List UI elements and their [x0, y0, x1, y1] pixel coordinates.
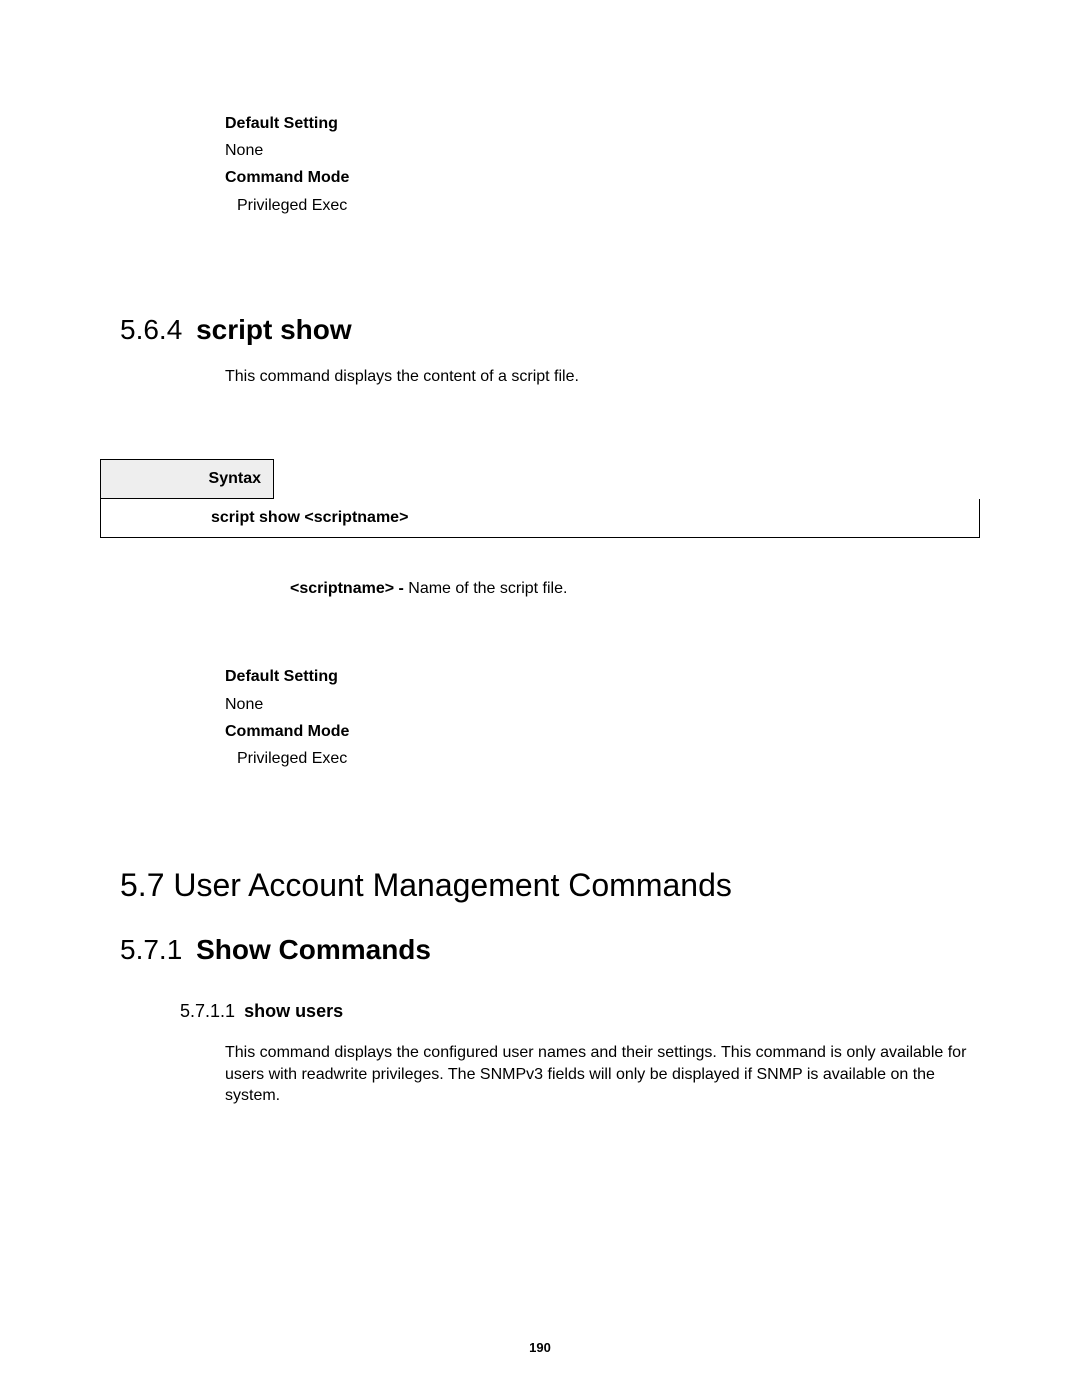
section-number: 5.7.1 [120, 934, 182, 965]
parameter-description: <scriptname> - Name of the script file. [290, 580, 980, 598]
param-name: <scriptname> - [290, 580, 404, 597]
param-text: Name of the script file. [404, 580, 568, 597]
section-number: 5.7 [120, 867, 164, 903]
section-description: This command displays the content of a s… [225, 366, 980, 388]
command-mode-value: Privileged Exec [237, 192, 980, 219]
page-number: 190 [0, 1340, 1080, 1355]
command-props-block-1: Default Setting None Command Mode Privil… [225, 110, 980, 219]
section-description-5711: This command displays the configured use… [225, 1042, 980, 1107]
section-number: 5.7.1.1 [180, 1001, 235, 1021]
command-mode-label-2: Command Mode [225, 718, 980, 745]
section-title: Show Commands [196, 934, 431, 965]
section-number: 5.6.4 [120, 314, 182, 345]
document-page: Default Setting None Command Mode Privil… [0, 0, 1080, 1397]
section-heading-5-7-1-1: 5.7.1.1 show users [180, 1001, 980, 1022]
section-title: show users [244, 1001, 343, 1021]
command-mode-label: Command Mode [225, 164, 980, 191]
syntax-command: script show <scriptname> [100, 499, 980, 538]
default-setting-label-2: Default Setting [225, 663, 980, 690]
syntax-box: Syntax script show <scriptname> [100, 459, 980, 538]
section-heading-5-7-1: 5.7.1 Show Commands [120, 934, 980, 966]
default-setting-value: None [225, 137, 980, 164]
default-setting-label: Default Setting [225, 110, 980, 137]
default-setting-value-2: None [225, 691, 980, 718]
section-heading-5-7: 5.7 User Account Management Commands [120, 867, 980, 904]
section-title: script show [196, 314, 352, 345]
section-heading-5-6-4: 5.6.4 script show [120, 314, 980, 346]
command-mode-value-2: Privileged Exec [237, 745, 980, 772]
command-props-block-2: Default Setting None Command Mode Privil… [225, 663, 980, 772]
section-title: User Account Management Commands [173, 867, 731, 903]
syntax-header: Syntax [100, 459, 274, 499]
